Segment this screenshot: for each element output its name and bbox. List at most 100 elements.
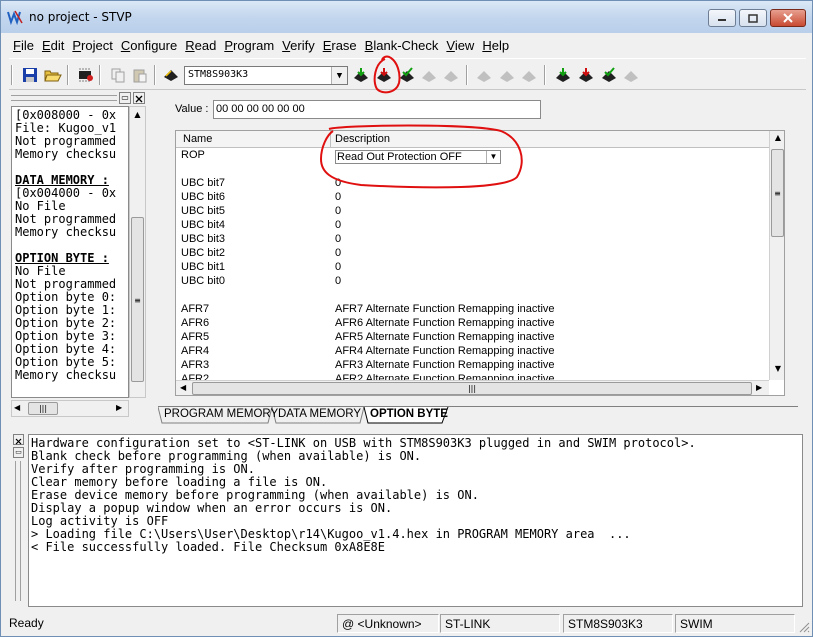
- table-row[interactable]: AFR3 AFR3 Alternate Function Remapping in…: [176, 359, 769, 373]
- menu-file[interactable]: File: [9, 38, 38, 53]
- table-row[interactable]: UBC bit5 0: [176, 205, 769, 219]
- row-description: AFR4 Alternate Function Remapping inacti…: [335, 345, 555, 357]
- read-icon: [354, 68, 368, 82]
- program-all-button[interactable]: [496, 64, 518, 86]
- log-output[interactable]: Hardware configuration set to <ST-LINK o…: [28, 434, 803, 607]
- table-row[interactable]: UBC bit2 0: [176, 247, 769, 261]
- blank-check-icon: [444, 71, 458, 82]
- device-select[interactable]: STM8S903K3 ▼: [184, 66, 348, 85]
- scroll-thumb[interactable]: |||: [28, 402, 58, 415]
- table-row[interactable]: ROP Read Out Protection OFF ▼: [176, 149, 769, 164]
- column-divider[interactable]: [330, 131, 331, 147]
- read-all-icon: [477, 71, 491, 82]
- resize-grip-icon[interactable]: [798, 621, 810, 633]
- erase-option-button[interactable]: [620, 64, 642, 86]
- menu-program[interactable]: Program: [220, 38, 278, 53]
- paste-button[interactable]: [129, 64, 151, 86]
- vertical-scrollbar[interactable]: ▲ ≡: [129, 106, 146, 398]
- panel-grip-handle[interactable]: [11, 95, 117, 101]
- menu-view[interactable]: View: [442, 38, 478, 53]
- menu-bar: File Edit Project Configure Read Program…: [9, 34, 806, 56]
- tab-option-byte[interactable]: OPTION BYTE: [370, 407, 448, 424]
- table-row[interactable]: UBC bit0 0: [176, 275, 769, 289]
- scroll-right-arrow[interactable]: ▶: [756, 383, 762, 392]
- value-field[interactable]: 00 00 00 00 00 00: [213, 100, 541, 119]
- close-button[interactable]: [770, 9, 806, 27]
- panel-close-button[interactable]: [13, 434, 24, 445]
- scroll-left-arrow[interactable]: ◀: [180, 383, 186, 392]
- device-chip-button[interactable]: [160, 64, 182, 86]
- column-header-description[interactable]: Description: [335, 133, 390, 145]
- scroll-left-arrow[interactable]: ◀: [14, 403, 20, 412]
- table-row[interactable]: UBC bit1 0: [176, 261, 769, 275]
- program-option-button[interactable]: [575, 64, 597, 86]
- table-row[interactable]: AFR6 AFR6 Alternate Function Remapping in…: [176, 317, 769, 331]
- horizontal-scrollbar[interactable]: ◀ ||| ▶: [11, 400, 129, 417]
- panel-grip-handle[interactable]: [15, 461, 21, 601]
- erase-current-tab-button[interactable]: [418, 64, 440, 86]
- horizontal-scrollbar[interactable]: ◀ ||| ▶: [176, 380, 769, 395]
- table-row[interactable]: AFR7 AFR7 Alternate Function Remapping in…: [176, 303, 769, 317]
- row-name: UBC bit7: [181, 177, 226, 189]
- copy-button[interactable]: [107, 64, 129, 86]
- panel-close-button[interactable]: [133, 92, 145, 104]
- table-row[interactable]: UBC bit7 0: [176, 177, 769, 191]
- vertical-scrollbar[interactable]: ▲ ≡ ▼: [769, 131, 784, 380]
- maximize-button[interactable]: [739, 9, 767, 27]
- chevron-down-icon[interactable]: ▼: [331, 67, 347, 84]
- scroll-thumb[interactable]: ≡: [771, 149, 784, 237]
- tab-data-memory[interactable]: DATA MEMORY: [278, 407, 361, 424]
- table-row[interactable]: UBC bit6 0: [176, 191, 769, 205]
- open-button[interactable]: [42, 64, 64, 86]
- chevron-down-icon[interactable]: ▼: [486, 151, 500, 163]
- table-row[interactable]: AFR2 AFR2 Alternate Function Remapping in…: [176, 373, 769, 380]
- program-icon: [377, 68, 391, 82]
- scroll-right-arrow[interactable]: ▶: [116, 403, 122, 412]
- panel-restore-button[interactable]: ▭: [13, 447, 24, 458]
- scroll-thumb[interactable]: |||: [192, 382, 752, 395]
- scroll-thumb[interactable]: ≡: [131, 217, 144, 382]
- minimize-icon: [718, 19, 726, 21]
- verify-current-tab-button[interactable]: [396, 64, 418, 86]
- table-row[interactable]: AFR5 AFR5 Alternate Function Remapping in…: [176, 331, 769, 345]
- scroll-up-arrow[interactable]: ▲: [770, 133, 784, 142]
- toolbar-separator: [11, 65, 13, 85]
- scroll-up-arrow[interactable]: ▲: [130, 107, 145, 122]
- tab-program-memory[interactable]: PROGRAM MEMORY: [164, 407, 278, 424]
- stvp-app-icon: [7, 10, 23, 25]
- panel-restore-button[interactable]: ▭: [119, 92, 131, 104]
- menu-read[interactable]: Read: [181, 38, 220, 53]
- save-button[interactable]: [19, 64, 41, 86]
- table-row[interactable]: AFR4 AFR4 Alternate Function Remapping in…: [176, 345, 769, 359]
- menu-edit[interactable]: Edit: [38, 38, 68, 53]
- read-current-tab-button[interactable]: [350, 64, 372, 86]
- verify-all-button[interactable]: [518, 64, 540, 86]
- save-icon: [23, 68, 37, 82]
- table-row[interactable]: [176, 289, 769, 303]
- row-description: AFR6 Alternate Function Remapping inacti…: [335, 317, 555, 329]
- memory-summary-text[interactable]: [0x008000 - 0x File: Kugoo_v1 Not programm…: [11, 106, 129, 398]
- menu-blank-check[interactable]: Blank-Check: [361, 38, 443, 53]
- menu-configure[interactable]: Configure: [117, 38, 181, 53]
- status-programmer: ST-LINK: [440, 614, 560, 633]
- minimize-button[interactable]: [708, 9, 736, 27]
- rop-select[interactable]: Read Out Protection OFF ▼: [335, 150, 501, 164]
- program-current-tab-button[interactable]: [373, 64, 395, 86]
- chip-button[interactable]: [74, 64, 96, 86]
- scroll-down-arrow[interactable]: ▼: [770, 364, 784, 373]
- menu-help[interactable]: Help: [478, 38, 513, 53]
- status-protocol: SWIM: [675, 614, 795, 633]
- grid-header: Name Description: [176, 131, 769, 148]
- row-name: UBC bit4: [181, 219, 226, 231]
- read-option-button[interactable]: [552, 64, 574, 86]
- erase-icon: [624, 71, 638, 82]
- table-row[interactable]: UBC bit4 0: [176, 219, 769, 233]
- read-all-button[interactable]: [473, 64, 495, 86]
- blank-check-current-tab-button[interactable]: [440, 64, 462, 86]
- column-header-name[interactable]: Name: [183, 133, 212, 145]
- table-row[interactable]: UBC bit3 0: [176, 233, 769, 247]
- menu-project[interactable]: Project: [68, 38, 116, 53]
- menu-verify[interactable]: Verify: [278, 38, 319, 53]
- verify-option-button[interactable]: [598, 64, 620, 86]
- menu-erase[interactable]: Erase: [319, 38, 361, 53]
